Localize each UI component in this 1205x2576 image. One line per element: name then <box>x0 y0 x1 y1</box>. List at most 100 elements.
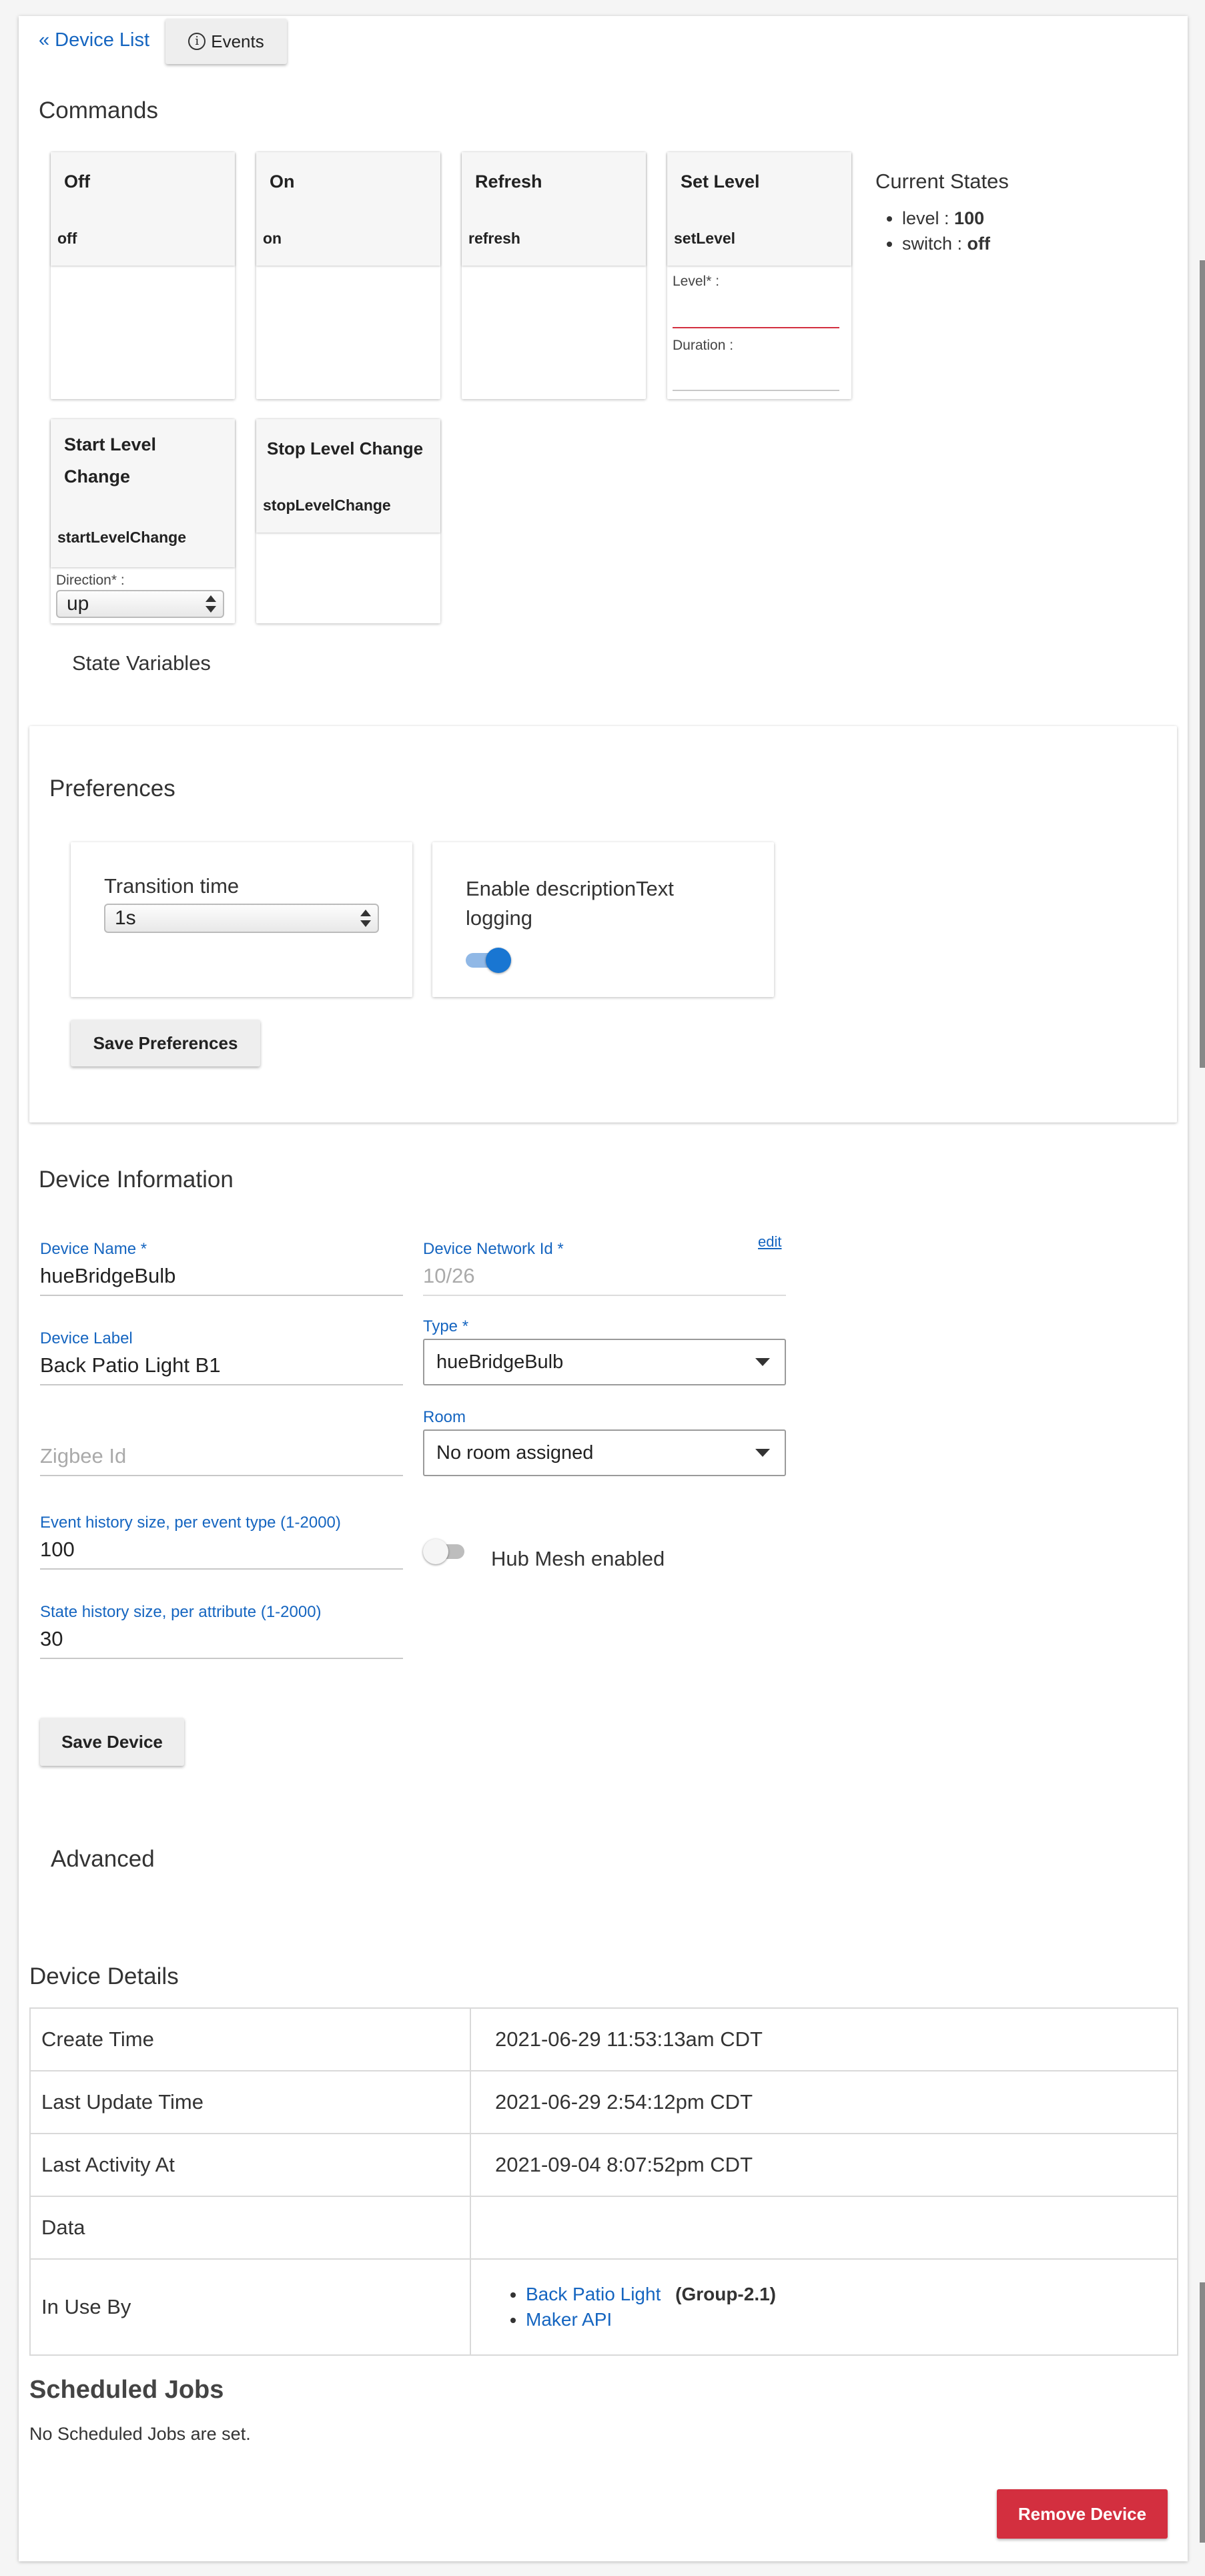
row-key: Last Activity At <box>29 2133 471 2197</box>
command-title: Stop Level Change <box>267 438 424 458</box>
current-states-list: level : 100 switch : off <box>879 206 990 256</box>
zigbee-id-input[interactable]: Zigbee Id <box>40 1444 126 1468</box>
device-page: « Device List i Events Commands Off off … <box>19 16 1188 2561</box>
device-network-id-label: Device Network Id * <box>423 1240 564 1258</box>
device-name-underline <box>40 1295 403 1296</box>
info-icon: i <box>188 33 206 50</box>
command-method: on <box>263 230 282 247</box>
command-startlevelchange-card: Start Level Change startLevelChange Direc… <box>51 419 235 623</box>
row-value <box>470 2196 1178 2260</box>
save-device-button[interactable]: Save Device <box>40 1718 184 1766</box>
table-row: Data <box>29 2196 1178 2260</box>
command-title: Set Level <box>681 172 760 192</box>
select-arrows-icon <box>206 595 216 613</box>
state-history-label: State history size, per attribute (1-200… <box>40 1603 322 1621</box>
row-key: Create Time <box>29 2007 471 2071</box>
command-title: On <box>270 172 295 192</box>
device-list-link[interactable]: « Device List <box>39 29 149 51</box>
device-information-heading: Device Information <box>39 1167 234 1193</box>
duration-input[interactable] <box>673 390 839 391</box>
transition-time-select[interactable]: 1s <box>104 904 379 933</box>
logging-pref: Enable descriptionText logging <box>432 842 774 997</box>
save-preferences-button[interactable]: Save Preferences <box>71 1020 260 1066</box>
state-item-switch: switch : off <box>902 231 990 256</box>
stoplevelchange-command-button[interactable]: Stop Level Change stopLevelChange <box>256 419 440 533</box>
scrollbar-thumb-lower[interactable] <box>1200 2282 1205 2543</box>
transition-time-pref: Transition time 1s <box>71 842 412 997</box>
current-states-heading: Current States <box>875 170 1009 193</box>
command-method: startLevelChange <box>57 529 187 546</box>
toggle-knob <box>486 948 511 973</box>
row-key: In Use By <box>29 2258 471 2356</box>
row-value: 2021-06-29 11:53:13am CDT <box>470 2007 1178 2071</box>
row-value: 2021-09-04 8:07:52pm CDT <box>470 2133 1178 2197</box>
edit-network-id-link[interactable]: edit <box>758 1233 781 1251</box>
network-id-underline <box>423 1295 786 1296</box>
device-name-label: Device Name * <box>40 1240 147 1258</box>
logging-label: Enable descriptionText logging <box>466 877 674 930</box>
row-value: 2021-06-29 2:54:12pm CDT <box>470 2070 1178 2134</box>
state-variables-heading: State Variables <box>72 651 211 675</box>
room-select[interactable]: No room assigned <box>423 1429 786 1476</box>
device-name-input[interactable]: hueBridgeBulb <box>40 1264 175 1288</box>
command-refresh-card: Refresh refresh <box>462 152 646 399</box>
command-method: setLevel <box>674 230 736 247</box>
refresh-command-button[interactable]: Refresh refresh <box>462 152 646 266</box>
command-title: Off <box>64 172 90 192</box>
logging-toggle[interactable] <box>466 948 512 973</box>
select-arrows-icon <box>360 910 371 927</box>
device-label-input[interactable]: Back Patio Light B1 <box>40 1353 221 1377</box>
maker-api-link[interactable]: Maker API <box>526 2309 612 2330</box>
in-use-note: (Group-2.1) <box>675 2284 777 2304</box>
on-command-button[interactable]: On on <box>256 152 440 266</box>
in-use-by-item: Back Patio Light (Group-2.1) <box>526 2282 1176 2307</box>
room-value: No room assigned <box>436 1441 594 1464</box>
room-label: Room <box>423 1408 466 1426</box>
row-key: Last Update Time <box>29 2070 471 2134</box>
type-select[interactable]: hueBridgeBulb <box>423 1339 786 1385</box>
remove-device-button[interactable]: Remove Device <box>997 2489 1168 2539</box>
table-row: Last Update Time 2021-06-29 2:54:12pm CD… <box>29 2070 1178 2134</box>
duration-param-label: Duration : <box>673 338 734 353</box>
device-details-heading: Device Details <box>29 1963 179 1989</box>
command-method: off <box>57 230 77 247</box>
table-row: In Use By Back Patio Light (Group-2.1) M… <box>29 2258 1178 2356</box>
events-label: Events <box>211 31 264 51</box>
command-stoplevelchange-card: Stop Level Change stopLevelChange <box>256 419 440 623</box>
row-key: Data <box>29 2196 471 2260</box>
command-title: Refresh <box>475 172 542 192</box>
direction-param-label: Direction* : <box>56 573 125 588</box>
setlevel-command-button[interactable]: Set Level setLevel <box>667 152 851 266</box>
hub-mesh-toggle[interactable] <box>423 1539 470 1566</box>
device-network-id-input: 10/26 <box>423 1264 475 1287</box>
events-button[interactable]: i Events <box>165 19 287 64</box>
device-label-label: Device Label <box>40 1329 133 1347</box>
preferences-heading: Preferences <box>49 775 175 801</box>
command-on-card: On on <box>256 152 440 399</box>
off-command-button[interactable]: Off off <box>51 152 235 266</box>
state-item-level: level : 100 <box>902 206 990 231</box>
startlevelchange-command-button[interactable]: Start Level Change startLevelChange <box>51 419 235 567</box>
state-history-input[interactable]: 30 <box>40 1627 63 1651</box>
back-patio-light-link[interactable]: Back Patio Light <box>526 2284 661 2304</box>
transition-time-label: Transition time <box>104 874 240 898</box>
in-use-by-item: Maker API <box>526 2307 1176 2332</box>
event-history-label: Event history size, per event type (1-20… <box>40 1514 341 1532</box>
level-input[interactable] <box>673 327 839 328</box>
device-label-underline <box>40 1384 403 1385</box>
command-setlevel-card: Set Level setLevel Level* : Duration : <box>667 152 851 399</box>
chevron-down-icon <box>755 1358 770 1366</box>
command-method: refresh <box>468 230 520 247</box>
transition-time-value: 1s <box>115 907 136 929</box>
commands-heading: Commands <box>39 97 158 123</box>
scrollbar-thumb[interactable] <box>1200 260 1205 1068</box>
state-history-underline <box>40 1658 403 1659</box>
table-row: Create Time 2021-06-29 11:53:13am CDT <box>29 2007 1178 2071</box>
scheduled-jobs-text: No Scheduled Jobs are set. <box>29 2424 251 2444</box>
command-off-card: Off off <box>51 152 235 399</box>
event-history-input[interactable]: 100 <box>40 1538 75 1562</box>
advanced-section-toggle[interactable]: Advanced <box>51 1846 155 1873</box>
direction-value: up <box>67 593 89 615</box>
direction-select[interactable]: up <box>56 590 224 618</box>
device-details-table: Create Time 2021-06-29 11:53:13am CDT La… <box>29 2007 1178 2356</box>
